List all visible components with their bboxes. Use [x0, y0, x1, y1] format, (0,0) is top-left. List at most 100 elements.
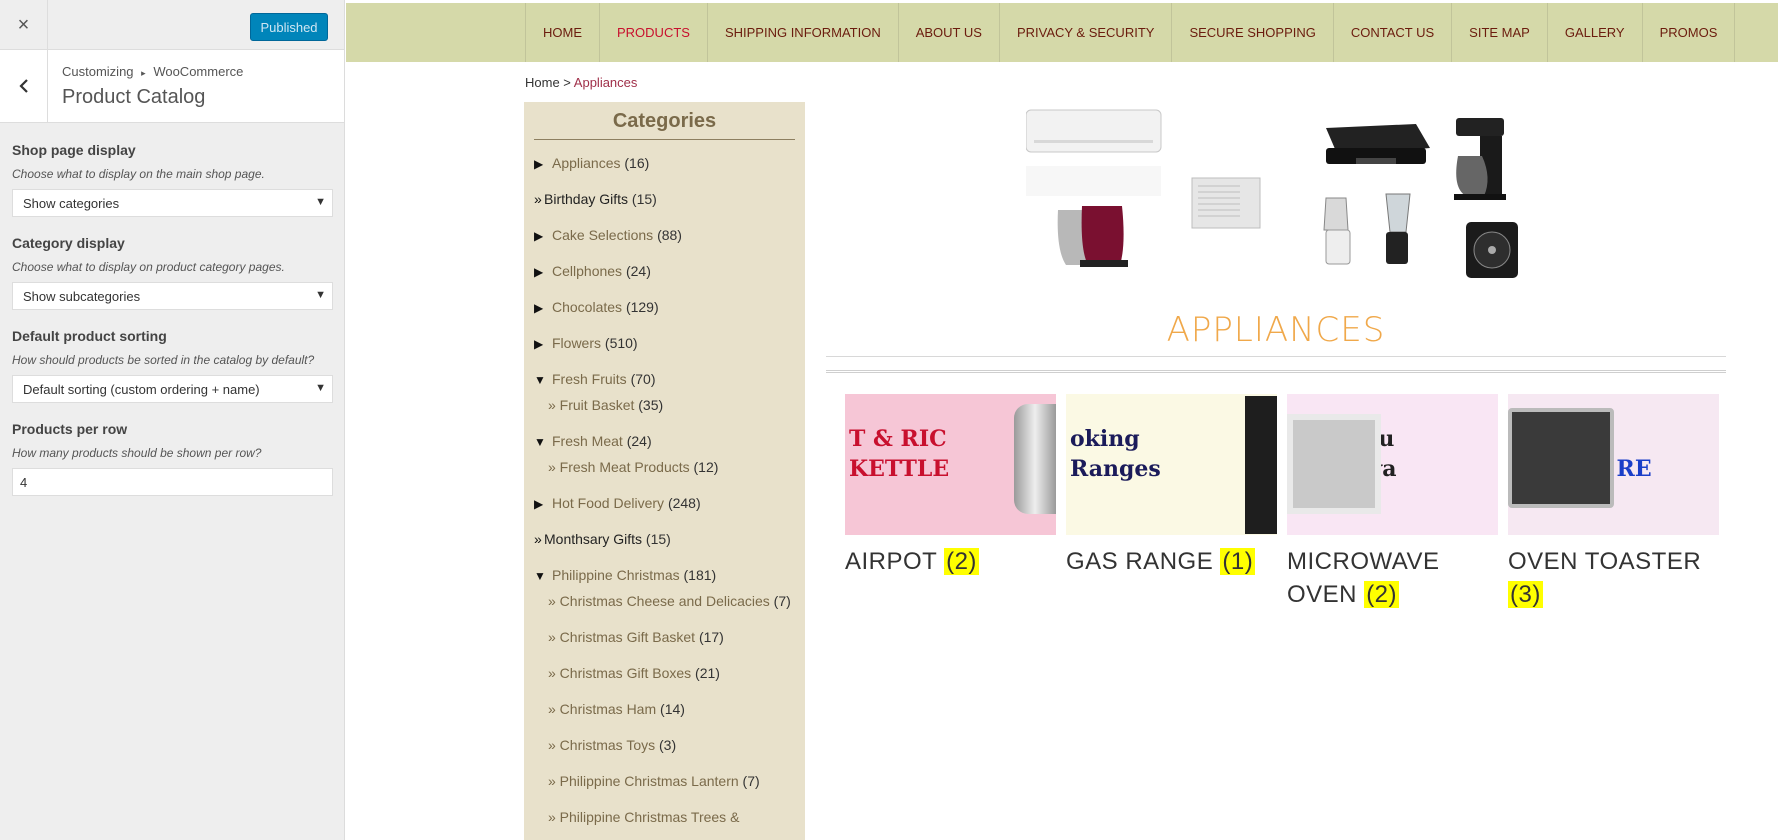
- category-display-control: Category display Choose what to display …: [12, 235, 333, 310]
- caret-down-icon[interactable]: ▼: [534, 435, 552, 449]
- category-count: (181): [683, 567, 717, 583]
- category-link[interactable]: Birthday Gifts: [544, 191, 628, 207]
- bullet-icon[interactable]: »: [534, 191, 544, 207]
- caret-right-icon[interactable]: ▶: [534, 337, 552, 351]
- back-icon[interactable]: [0, 50, 48, 122]
- category-item[interactable]: ▶ Hot Food Delivery (248): [534, 495, 701, 511]
- subcategory-item[interactable]: » Philippine Christmas Lantern (7): [548, 773, 760, 789]
- appliance-image: [1014, 404, 1056, 514]
- category-link[interactable]: Hot Food Delivery: [552, 495, 664, 511]
- category-item[interactable]: ▶ Chocolates (129): [534, 299, 659, 315]
- subcategory-link[interactable]: » Christmas Toys: [548, 737, 655, 753]
- nav-item-promos[interactable]: PROMOS: [1643, 3, 1736, 62]
- nav-item-gallery[interactable]: GALLERY: [1548, 3, 1643, 62]
- chevron-down-icon: ▼: [315, 196, 326, 208]
- category-item[interactable]: ▼ Fresh Meat (24): [534, 433, 652, 449]
- nav-item-privacy-security[interactable]: PRIVACY & SECURITY: [1000, 3, 1173, 62]
- subcategory-title[interactable]: GAS RANGE (1): [1066, 545, 1277, 578]
- subcategory-item[interactable]: » Christmas Toys (3): [548, 737, 676, 753]
- nav-item-shipping-information[interactable]: SHIPPING INFORMATION: [708, 3, 899, 62]
- breadcrumb-parent: Customizing: [62, 64, 134, 79]
- nav-item-secure-shopping[interactable]: SECURE SHOPPING: [1172, 3, 1334, 62]
- subcategory-name[interactable]: GAS RANGE: [1066, 548, 1213, 575]
- customizer-header: × Published: [0, 0, 344, 50]
- subcategory-item[interactable]: » Philippine Christmas Trees &: [548, 809, 739, 825]
- subcategory-link[interactable]: » Christmas Gift Boxes: [548, 665, 691, 681]
- subcategory-link[interactable]: » Christmas Gift Basket: [548, 629, 695, 645]
- subcategory-thumbnail[interactable]: T & RIC KETTLE: [845, 394, 1056, 535]
- categories-title: Categories: [612, 110, 717, 132]
- subcategory-item[interactable]: » Christmas Cheese and Delicacies (7): [548, 593, 791, 609]
- caret-right-icon[interactable]: ▶: [534, 301, 552, 315]
- caret-right-icon[interactable]: ▶: [534, 157, 552, 171]
- nav-item-about-us[interactable]: ABOUT US: [899, 3, 1000, 62]
- subcategory-title[interactable]: AIRPOT (2): [845, 545, 1056, 578]
- products-per-row-control: Products per row How many products shoul…: [12, 421, 333, 496]
- subcategory-item[interactable]: » Christmas Gift Basket (17): [548, 629, 724, 645]
- subcategory-thumbnail[interactable]: High Qu Microwa: [1287, 394, 1498, 535]
- subcategory-card[interactable]: COOK QUALIT RE FASTE OVEN TOASTER (3): [1508, 394, 1719, 611]
- category-link[interactable]: Appliances: [552, 155, 621, 171]
- category-link[interactable]: Monthsary Gifts: [544, 531, 642, 547]
- category-count: (15): [631, 191, 657, 207]
- subcategory-link[interactable]: » Christmas Cheese and Delicacies: [548, 593, 770, 609]
- caret-right-icon[interactable]: ▶: [534, 229, 552, 243]
- subcategory-item[interactable]: » Christmas Ham (14): [548, 701, 685, 717]
- subcategory-title[interactable]: OVEN TOASTER (3): [1508, 545, 1719, 611]
- subcategory-item[interactable]: » Fresh Meat Products (12): [548, 459, 718, 475]
- subcategory-link[interactable]: » Philippine Christmas Lantern: [548, 773, 739, 789]
- category-item[interactable]: ▼ Philippine Christmas (181): [534, 567, 716, 583]
- caret-down-icon[interactable]: ▼: [534, 569, 552, 583]
- category-count: (70): [630, 371, 656, 387]
- subcategory-card[interactable]: T & RIC KETTLE AIRPOT (2): [845, 394, 1056, 578]
- caret-down-icon[interactable]: ▼: [534, 373, 552, 387]
- category-link[interactable]: Chocolates: [552, 299, 622, 315]
- category-link[interactable]: Cellphones: [552, 263, 622, 279]
- default-sorting-select[interactable]: Default sorting (custom ordering + name)…: [12, 375, 333, 403]
- subcategory-link[interactable]: » Christmas Ham: [548, 701, 656, 717]
- caret-right-icon[interactable]: ▶: [534, 497, 552, 511]
- subcategory-card[interactable]: High Qu Microwa MICROWAVE OVEN (2): [1287, 394, 1498, 611]
- subcategory-name[interactable]: OVEN TOASTER: [1508, 548, 1701, 575]
- nav-item-products[interactable]: PRODUCTS: [600, 3, 708, 62]
- subcategory-thumbnail[interactable]: COOK QUALIT RE FASTE: [1508, 394, 1719, 535]
- shop-page-display-control: Shop page display Choose what to display…: [12, 142, 333, 217]
- category-item[interactable]: ▶ Appliances (16): [534, 155, 649, 171]
- category-link[interactable]: Fresh Fruits: [552, 371, 627, 387]
- breadcrumb-home-link[interactable]: Home: [525, 75, 560, 90]
- category-link[interactable]: Philippine Christmas: [552, 567, 680, 583]
- subcategory-title[interactable]: MICROWAVE OVEN (2): [1287, 545, 1498, 611]
- category-item[interactable]: » Birthday Gifts (15): [534, 191, 657, 207]
- category-display-select[interactable]: Show subcategories ▼: [12, 282, 333, 310]
- banner-text: T & RIC KETTLE: [849, 426, 950, 482]
- subcategory-card[interactable]: oking Ranges GAS RANGE (1): [1066, 394, 1277, 578]
- close-icon[interactable]: ×: [0, 0, 48, 50]
- category-link[interactable]: Cake Selections: [552, 227, 653, 243]
- category-link[interactable]: Fresh Meat: [552, 433, 623, 449]
- subcategory-thumbnail[interactable]: oking Ranges: [1066, 394, 1277, 535]
- products-per-row-input[interactable]: 4: [12, 468, 333, 496]
- category-item[interactable]: ▶ Cellphones (24): [534, 263, 651, 279]
- nav-item-contact-us[interactable]: CONTACT US: [1334, 3, 1453, 62]
- subcategory-item[interactable]: » Christmas Gift Boxes (21): [548, 665, 720, 681]
- caret-right-icon[interactable]: ▶: [534, 265, 552, 279]
- customizer-panel: × Published Customizing ▸ WooCommerce Pr…: [0, 0, 345, 840]
- category-item[interactable]: » Monthsary Gifts (15): [534, 531, 671, 547]
- subcategory-name[interactable]: AIRPOT: [845, 548, 937, 575]
- bullet-icon[interactable]: »: [534, 531, 544, 547]
- category-item[interactable]: ▼ Fresh Fruits (70): [534, 371, 655, 387]
- subcategory-link[interactable]: » Fresh Meat Products: [548, 459, 690, 475]
- subcategory-item[interactable]: » Fruit Basket (35): [548, 397, 663, 413]
- category-item[interactable]: ▶ Cake Selections (88): [534, 227, 682, 243]
- nav-item-site-map[interactable]: SITE MAP: [1452, 3, 1548, 62]
- subcategory-link[interactable]: » Fruit Basket: [548, 397, 634, 413]
- subcategory-link[interactable]: » Philippine Christmas Trees &: [548, 809, 739, 825]
- nav-item-home[interactable]: HOME: [526, 3, 600, 62]
- shop-page-display-select[interactable]: Show categories ▼: [12, 189, 333, 217]
- category-link[interactable]: Flowers: [552, 335, 601, 351]
- category-item[interactable]: ▶ Flowers (510): [534, 335, 638, 351]
- divider: [534, 139, 795, 140]
- publish-button[interactable]: Published: [250, 13, 328, 41]
- site-preview: HOME PRODUCTS SHIPPING INFORMATION ABOUT US…: [346, 0, 1778, 840]
- category-count: (17): [698, 629, 724, 645]
